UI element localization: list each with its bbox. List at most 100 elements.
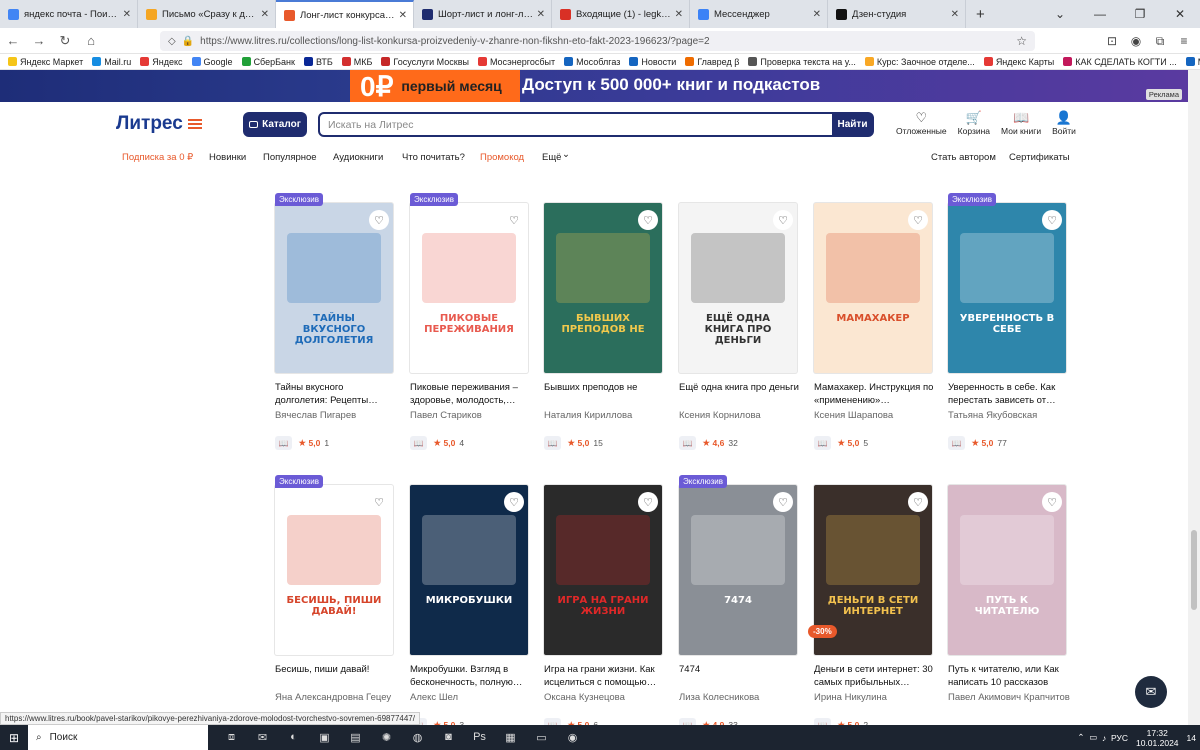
address-bar[interactable]: ◇ 🔒 https://www.litres.ru/collections/lo… xyxy=(160,31,1035,51)
bookmark-item[interactable]: СберБанк xyxy=(241,57,295,67)
menu-item[interactable]: Новинки xyxy=(209,152,246,163)
network-icon[interactable]: ▭ xyxy=(1089,732,1097,743)
litres-logo[interactable]: Литрес xyxy=(116,113,202,135)
header-action-user[interactable]: 👤 Войти xyxy=(1052,110,1076,136)
bookmark-item[interactable]: МКБ xyxy=(341,57,372,67)
favorite-heart-icon[interactable]: ♡ xyxy=(908,492,928,512)
browser-tab[interactable]: Лонг-лист конкурса произвед✕ xyxy=(276,0,414,28)
book-title[interactable]: Игра на грани жизни. Как исцелиться с по… xyxy=(544,663,666,689)
favorite-heart-icon[interactable]: ♡ xyxy=(638,210,658,230)
page-scrollbar[interactable] xyxy=(1188,70,1200,725)
new-tab-icon[interactable]: + xyxy=(976,6,985,23)
tab-close-icon[interactable]: ✕ xyxy=(123,9,131,20)
book-author[interactable]: Оксана Кузнецова xyxy=(544,691,666,704)
folder-icon[interactable]: ▭ xyxy=(526,731,557,744)
firefox-icon[interactable]: ◉ xyxy=(557,731,588,744)
back-icon[interactable]: ← xyxy=(0,33,26,48)
task-view-icon[interactable]: ⧈ xyxy=(216,731,247,744)
bookmark-item[interactable]: Яндекс Маркет xyxy=(8,57,83,67)
bookmark-item[interactable]: ВТБ xyxy=(303,57,333,67)
favorite-heart-icon[interactable]: ♡ xyxy=(504,210,524,230)
favorite-heart-icon[interactable]: ♡ xyxy=(638,492,658,512)
book-author[interactable]: Яна Александровна Гецеу xyxy=(275,691,397,704)
browser-tab[interactable]: Письмо «Сразу к делу!» — Ли✕ xyxy=(138,0,276,28)
search-button[interactable]: Найти xyxy=(832,113,873,136)
book-author[interactable]: Ксения Корнилова xyxy=(679,409,801,422)
forward-icon[interactable]: → xyxy=(26,33,52,48)
book-title[interactable]: Ещё одна книга про деньги xyxy=(679,381,801,407)
app-sun-icon[interactable]: ✺ xyxy=(371,731,402,744)
browser-tab[interactable]: яндекс почта - Поиск в Google✕ xyxy=(0,0,138,28)
search-input[interactable] xyxy=(320,114,820,135)
book-title[interactable]: Бывших преподов не xyxy=(544,381,666,407)
notification-count[interactable]: 14 xyxy=(1187,733,1196,743)
camera-icon[interactable]: ◙ xyxy=(433,731,464,744)
app-globe-icon[interactable]: ◍ xyxy=(402,731,433,744)
clock[interactable]: 17:32 10.01.2024 xyxy=(1136,728,1179,748)
tab-close-icon[interactable]: ✕ xyxy=(261,9,269,20)
tray-arrow-icon[interactable]: ⌃ xyxy=(1077,732,1084,743)
maximize-icon[interactable]: ❐ xyxy=(1120,7,1160,21)
browser-tab[interactable]: Входящие (1) - legkiibriz13@g✕ xyxy=(552,0,690,28)
book-title[interactable]: 7474 xyxy=(679,663,801,689)
tab-close-icon[interactable]: ✕ xyxy=(813,9,821,20)
tab-list-icon[interactable]: ⌄ xyxy=(1040,7,1080,21)
language-indicator[interactable]: РУС xyxy=(1111,733,1128,743)
calculator-icon[interactable]: ▦ xyxy=(495,731,526,744)
bookmark-item[interactable]: Мособлгаз xyxy=(564,57,620,67)
home-icon[interactable]: ⌂ xyxy=(78,33,104,48)
browser-tab[interactable]: Мессенджер ✕ xyxy=(690,0,828,28)
bookmark-item[interactable]: МЭШ Олимпиады xyxy=(1185,57,1200,67)
account-icon[interactable]: ◉ xyxy=(1124,34,1148,48)
chat-button[interactable]: ✉ xyxy=(1135,676,1167,708)
book-author[interactable]: Ирина Никулина xyxy=(814,691,936,704)
book-title[interactable]: Уверенность в себе. Как перестать зависе… xyxy=(948,381,1070,407)
book-title[interactable]: Мамахакер. Инструкция по «применению»… xyxy=(814,381,936,407)
menu-icon[interactable]: ≡ xyxy=(1172,34,1196,48)
chevron-down-icon[interactable]: ⌄ xyxy=(562,149,570,160)
book-title[interactable]: Микробушки. Взгляд в бесконечность, полн… xyxy=(410,663,532,689)
catalog-button[interactable]: Каталог xyxy=(243,112,307,137)
bookmark-item[interactable]: Яндекс xyxy=(140,57,183,67)
store-icon[interactable]: ▣ xyxy=(309,731,340,744)
menu-item[interactable]: Промокод xyxy=(480,152,524,163)
bookmark-item[interactable]: Mail.ru xyxy=(92,57,131,67)
book-author[interactable]: Алекс Шел xyxy=(410,691,532,704)
menu-item-right[interactable]: Стать автором xyxy=(931,152,996,163)
tab-close-icon[interactable]: ✕ xyxy=(399,10,407,21)
bookmark-star-icon[interactable]: ☆ xyxy=(1016,34,1027,48)
browser-tab[interactable]: Шорт-лист и лонг-лист конку✕ xyxy=(414,0,552,28)
mail-app-icon[interactable]: ✉ xyxy=(247,731,278,744)
ad-badge[interactable]: Реклама xyxy=(1145,89,1182,100)
start-icon[interactable]: ⊞ xyxy=(0,731,28,745)
book-author[interactable]: Наталия Кириллова xyxy=(544,409,666,422)
book-author[interactable]: Ксения Шарапова xyxy=(814,409,936,422)
extensions-icon[interactable]: ⧉ xyxy=(1148,34,1172,49)
reload-icon[interactable]: ↻ xyxy=(52,33,78,49)
bookmark-item[interactable]: Курс: Заочное отделе... xyxy=(864,57,975,67)
bookmark-item[interactable]: Новости xyxy=(629,57,676,67)
edge-icon[interactable]: ◐ xyxy=(278,731,309,744)
book-author[interactable]: Лиза Колесникова xyxy=(679,691,801,704)
favorite-heart-icon[interactable]: ♡ xyxy=(369,210,389,230)
book-author[interactable]: Павел Акимович Крапчитов xyxy=(948,691,1070,704)
book-title[interactable]: Тайны вкусного долголетия: Рецепты… xyxy=(275,381,397,407)
bookmark-item[interactable]: Госуслуги Москвы xyxy=(381,57,469,67)
book-title[interactable]: Путь к читателю, или Как написать 10 рас… xyxy=(948,663,1070,689)
book-title[interactable]: Деньги в сети интернет: 30 самых прибыль… xyxy=(814,663,936,689)
favorite-heart-icon[interactable]: ♡ xyxy=(369,492,389,512)
menu-item-right[interactable]: Сертификаты xyxy=(1009,152,1070,163)
book-title[interactable]: Бесишь, пиши давай! xyxy=(275,663,397,689)
book-author[interactable]: Павел Стариков xyxy=(410,409,532,422)
header-action-books[interactable]: 📖 Мои книги xyxy=(1001,110,1041,136)
close-window-icon[interactable]: ✕ xyxy=(1160,7,1200,21)
minimize-icon[interactable]: — xyxy=(1080,7,1120,21)
bookmark-item[interactable]: КАК СДЕЛАТЬ КОГТИ ... xyxy=(1063,57,1177,67)
bookmark-item[interactable]: Яндекс Карты xyxy=(983,57,1054,67)
bookmark-item[interactable]: Мосэнергосбыт xyxy=(477,57,555,67)
book-author[interactable]: Вячеслав Пигарев xyxy=(275,409,397,422)
tab-close-icon[interactable]: ✕ xyxy=(675,9,683,20)
save-icon[interactable]: ▤ xyxy=(340,731,371,744)
favorite-heart-icon[interactable]: ♡ xyxy=(773,492,793,512)
menu-item[interactable]: Что почитать? xyxy=(402,152,465,163)
